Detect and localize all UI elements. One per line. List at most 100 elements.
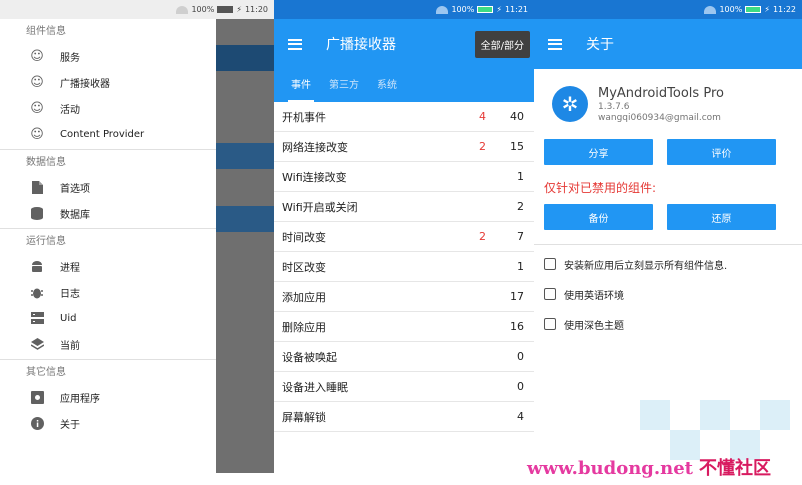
drawer-item-database[interactable]: 数据库 [0, 200, 216, 226]
drawer-scrim[interactable] [216, 19, 274, 473]
event-name: 设备进入睡眠 [282, 380, 348, 394]
list-item[interactable]: Wifi连接改变 1 [274, 162, 534, 192]
drawer-item-logs[interactable]: 日志 [0, 279, 216, 305]
event-name: 屏幕解锁 [282, 410, 326, 424]
divider [534, 244, 802, 245]
app-settings-icon [30, 390, 44, 404]
battery-percent: 100% [719, 5, 743, 14]
server-icon [30, 311, 44, 325]
option-label: 安装新应用后立刻显示所有组件信息. [564, 260, 728, 272]
list-item[interactable]: 开机事件 4 40 [274, 102, 534, 132]
tab-system[interactable]: 系统 [368, 69, 406, 102]
wifi-icon [176, 5, 189, 14]
background-appbar [216, 45, 274, 71]
drawer-item-preferences[interactable]: 首选项 [0, 174, 216, 200]
drawer-item-label: Content Provider [60, 128, 145, 140]
receiver-count: 4 [517, 410, 524, 423]
app-version: 1.3.7.6 [598, 101, 630, 112]
event-name: 开机事件 [282, 110, 326, 124]
watermark-site-name: 不懂社区 [699, 458, 771, 479]
list-item[interactable]: 添加应用 17 [274, 282, 534, 312]
list-item[interactable]: 设备进入睡眠 0 [274, 372, 534, 402]
battery-percent: 100% [451, 5, 475, 14]
receiver-count: 7 [517, 230, 524, 243]
menu-icon[interactable] [548, 38, 562, 50]
drawer-item-label: 日志 [60, 288, 80, 300]
all-partial-toggle-button[interactable]: 全部/部分 [474, 30, 530, 58]
android-icon [30, 259, 44, 273]
receiver-count: 17 [510, 290, 524, 303]
smiley-icon: ☺ [30, 100, 44, 116]
drawer-screen: 100% ⚡ 11:20 组件信息 ☺ 服务 ☺ 广播接收器 ☺ 活动 ☺ Co… [0, 0, 274, 473]
drawer-item-services[interactable]: ☺ 服务 [0, 43, 216, 69]
drawer-item-activities[interactable]: ☺ 活动 [0, 95, 216, 121]
share-button[interactable]: 分享 [544, 139, 653, 165]
list-item[interactable]: 删除应用 16 [274, 312, 534, 342]
restore-button[interactable]: 还原 [667, 204, 776, 230]
checkbox[interactable] [544, 258, 556, 270]
watermark-url: www.budong.net [527, 458, 693, 479]
event-name: Wifi开启或关闭 [282, 200, 358, 214]
receiver-count: 15 [510, 140, 524, 153]
drawer-item-uid[interactable]: Uid [0, 305, 216, 331]
layers-icon [30, 337, 44, 351]
event-name: 添加应用 [282, 290, 326, 304]
wifi-icon [704, 5, 717, 14]
database-icon [30, 206, 44, 220]
section-title: 运行信息 [26, 236, 66, 247]
page-title: 广播接收器 [326, 37, 396, 53]
receiver-count: 0 [517, 350, 524, 363]
list-item[interactable]: 屏幕解锁 4 [274, 402, 534, 432]
checkbox[interactable] [544, 318, 556, 330]
disabled-count: 2 [479, 230, 486, 243]
checkbox[interactable] [544, 288, 556, 300]
battery-percent: 100% [191, 5, 215, 14]
disabled-count: 2 [479, 140, 486, 153]
option-english-locale[interactable]: 使用英语环境 [534, 279, 802, 309]
drawer-item-label: 关于 [60, 419, 80, 431]
backup-button[interactable]: 备份 [544, 204, 653, 230]
tab-bar: 事件 第三方 系统 [274, 69, 534, 102]
app-name: MyAndroidTools Pro [598, 85, 724, 101]
drawer-item-label: 首选项 [60, 183, 90, 195]
battery-icon [217, 6, 234, 13]
option-dark-theme[interactable]: 使用深色主题 [534, 309, 802, 339]
drawer-item-processes[interactable]: 进程 [0, 253, 216, 279]
section-title: 组件信息 [26, 26, 66, 37]
receiver-count: 0 [517, 380, 524, 393]
drawer-item-applications[interactable]: 应用程序 [0, 384, 216, 410]
smiley-icon: ☺ [30, 126, 44, 142]
drawer-item-about[interactable]: 关于 [0, 410, 216, 436]
app-logo-icon: ✲ [552, 86, 588, 122]
tab-third-party[interactable]: 第三方 [320, 69, 368, 102]
smiley-icon: ☺ [30, 48, 44, 64]
info-icon [30, 416, 44, 430]
list-item[interactable]: 网络连接改变 2 15 [274, 132, 534, 162]
status-time: 11:22 [772, 5, 796, 14]
drawer-item-label: Uid [60, 312, 77, 324]
rate-button[interactable]: 评价 [667, 139, 776, 165]
receiver-count: 16 [510, 320, 524, 333]
list-item[interactable]: 设备被唤起 0 [274, 342, 534, 372]
drawer-item-label: 应用程序 [60, 393, 100, 405]
button-row: 分享 评价 [534, 139, 802, 165]
drawer-item-current[interactable]: 当前 [0, 331, 216, 357]
app-bar: 关于 [534, 19, 802, 69]
event-list: 开机事件 4 40 网络连接改变 2 15 Wifi连接改变 1 Wifi开启或… [274, 102, 534, 432]
list-item[interactable]: 时区改变 1 [274, 252, 534, 282]
list-item[interactable]: Wifi开启或关闭 2 [274, 192, 534, 222]
developer-email[interactable]: wangqi060934@gmail.com [598, 113, 724, 123]
receiver-count: 40 [510, 110, 524, 123]
navigation-drawer: 组件信息 ☺ 服务 ☺ 广播接收器 ☺ 活动 ☺ Content Provide… [0, 19, 216, 473]
tab-events[interactable]: 事件 [282, 69, 320, 102]
list-item[interactable]: 时间改变 2 7 [274, 222, 534, 252]
option-label: 使用英语环境 [564, 290, 624, 302]
menu-icon[interactable] [288, 38, 302, 50]
drawer-item-content-provider[interactable]: ☺ Content Provider [0, 121, 216, 147]
option-show-all-components[interactable]: 安装新应用后立刻显示所有组件信息. [534, 249, 802, 279]
app-info: ✲ MyAndroidTools Pro 1.3.7.6 wangqi06093… [534, 69, 802, 139]
status-bar: 100% ⚡ 11:21 [274, 0, 534, 19]
drawer-item-receivers[interactable]: ☺ 广播接收器 [0, 69, 216, 95]
receiver-count: 1 [517, 170, 524, 183]
section-title: 其它信息 [26, 367, 66, 378]
